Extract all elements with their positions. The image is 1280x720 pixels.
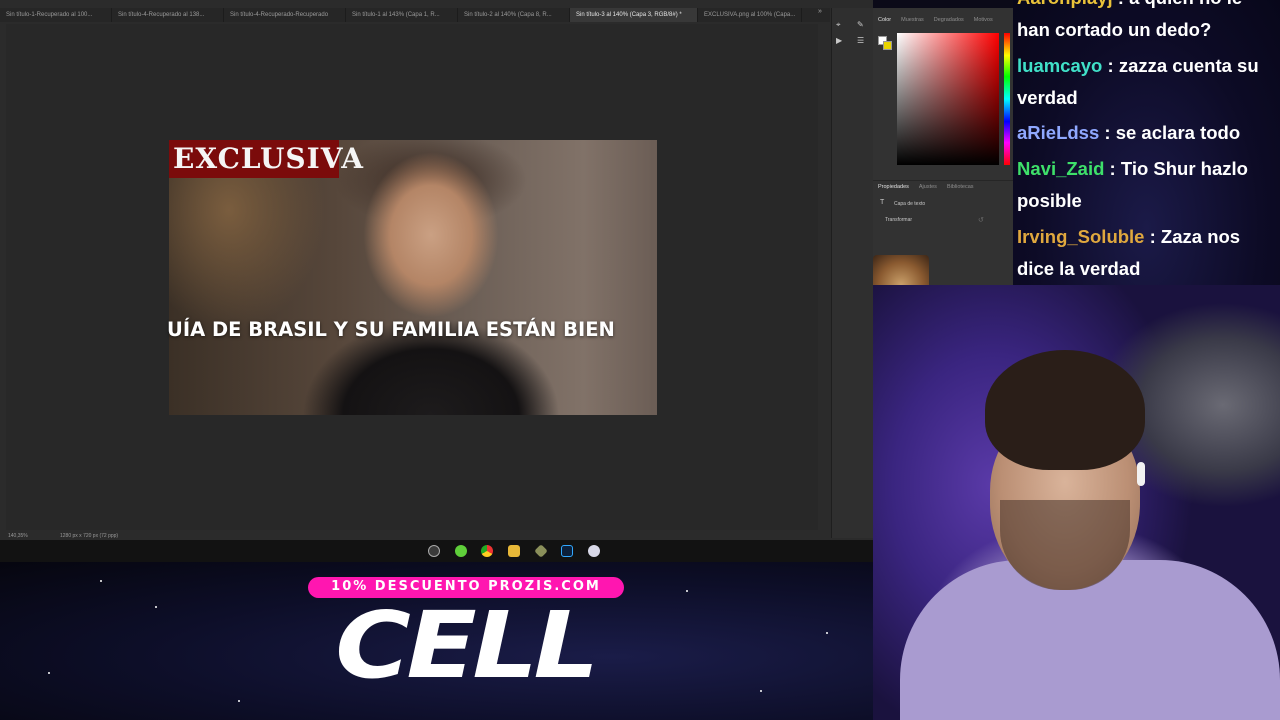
chat-message: Navi_Zaid : Tio Shur hazlo posible [1017,158,1248,211]
stream-scene: { "photoshop": { "tabs": [ {"label": "Si… [0,0,1280,720]
document-tab[interactable]: Sin título-4-Recuperado al 138... [112,8,224,22]
tab-patterns[interactable]: Motivos [969,14,998,26]
document-tab-label: Sin título-4-Recuperado al 138... [118,12,205,18]
chat-message: luamcayo : zazza cuenta su verdad [1017,55,1259,108]
chat-app-icon[interactable] [455,545,467,557]
tab-properties[interactable]: Propiedades [873,181,914,192]
chat-message: Irving_Soluble : Zaza nos dice la verdad [1017,226,1241,279]
adjust-icon[interactable]: ☰ [857,36,864,45]
paint-app-icon[interactable] [588,545,600,557]
color-picker-field[interactable] [897,33,999,165]
tab-libraries[interactable]: Bibliotecas [942,181,979,192]
brush-icon[interactable]: ✎ [857,20,864,29]
document-tab[interactable]: Sin título-1-Recuperado al 100... [0,8,112,22]
tab-swatches[interactable]: Muestras [896,14,929,26]
tab-gradients[interactable]: Degradados [929,14,969,26]
layer-type-label: Capa de texto [894,201,926,207]
document-size: 1280 px x 720 px (72 ppp) [60,533,119,539]
brand-logo-text: CELL [335,592,599,699]
star [100,580,102,582]
hue-slider[interactable] [1004,33,1010,165]
document-tab-label: Sin título-3 al 140% (Capa 3, RGB/8#) * [576,12,682,18]
earbud-icon [1137,462,1145,486]
star [238,700,240,702]
text-layer-icon: T [880,199,885,206]
reset-icon[interactable]: ↺ [978,216,984,224]
document-tab[interactable]: Sin título-4-Recuperado-Recuperado [224,8,346,22]
chat-text: se aclara todo [1115,122,1241,143]
chat-message: Aaronplayj : a quién no le han cortado u… [1017,0,1279,46]
webcam-hair [985,350,1145,470]
chat-username: Aaronplayj [1017,0,1113,8]
tab-color[interactable]: Color [873,14,896,26]
document-canvas[interactable]: EXCLUSIVA [169,140,657,415]
color-panel-tabs: Color Muestras Degradados Motivos [873,14,1013,26]
chat-username: Irving_Soluble [1017,226,1145,247]
chrome-icon[interactable] [481,545,493,557]
star [155,606,157,608]
chat-message: aRieLdss : se aclara todo [1017,122,1241,143]
star [826,632,828,634]
photoshop-icon[interactable] [561,545,573,557]
tab-adjustments[interactable]: Ajustes [914,181,942,192]
document-tab-active[interactable]: Sin título-3 al 140% (Capa 3, RGB/8#) * [570,8,698,22]
document-tab[interactable]: EXCLUSIVA.png al 100% (Capa... [698,8,802,22]
text-layer[interactable]: UÍA DE BRASIL Y SU FAMILIA ESTÁN BIEN [167,318,637,341]
document-tab-label: Sin título-1 al 143% (Capa 1, R... [352,12,440,18]
transform-section-label[interactable]: Transformar [885,217,912,223]
background-color-swatch[interactable] [883,41,892,50]
play-icon[interactable]: ▶ [836,36,842,45]
document-tab-bar: Sin título-1-Recuperado al 100... Sin tí… [0,8,830,22]
document-tab[interactable]: Sin título-2 al 140% (Capa 8, R... [458,8,570,22]
properties-panel-tabs: Propiedades Ajustes Bibliotecas [873,180,1013,192]
document-tab-label: Sin título-2 al 140% (Capa 8, R... [464,12,552,18]
exclusive-badge-text: EXCLUSIVA [173,142,365,175]
star [686,590,688,592]
star [48,672,50,674]
tabs-overflow-button[interactable]: » [818,8,822,15]
chat-username: luamcayo [1017,55,1103,76]
star [760,690,762,692]
tool-strip [831,8,873,538]
chat-username: aRieLdss [1017,122,1100,143]
clock-app-icon[interactable] [428,545,440,557]
document-tab-label: Sin título-4-Recuperado-Recuperado [230,12,329,18]
document-tab-label: Sin título-1-Recuperado al 100... [6,12,93,18]
chat-username: Navi_Zaid [1017,158,1105,179]
history-icon[interactable]: ⌖ [836,20,841,30]
document-tab-label: EXCLUSIVA.png al 100% (Capa... [704,12,796,18]
folder-icon[interactable] [508,545,520,557]
zoom-level[interactable]: 140,35% [8,533,28,539]
document-tab[interactable]: Sin título-1 al 143% (Capa 1, R... [346,8,458,22]
